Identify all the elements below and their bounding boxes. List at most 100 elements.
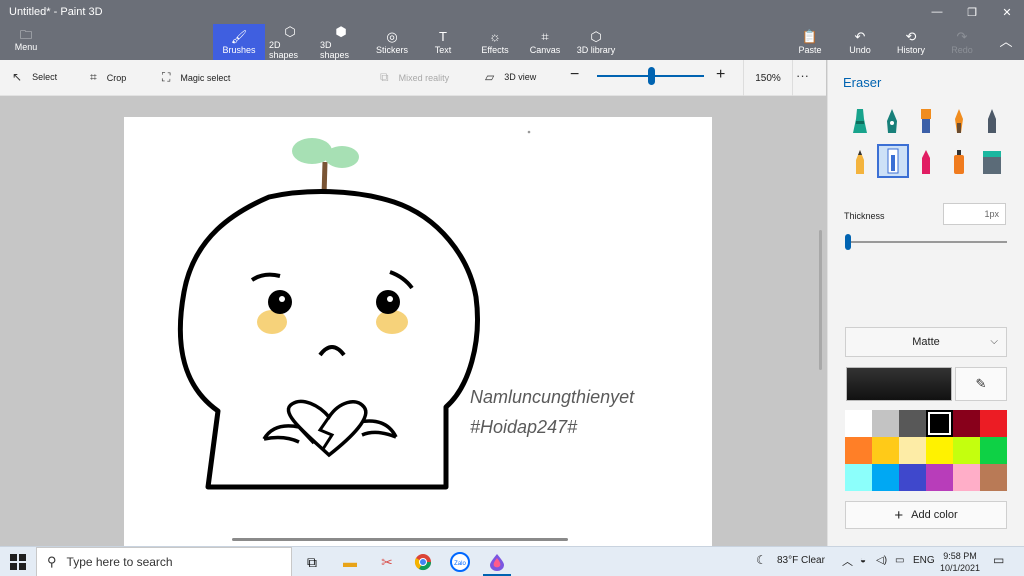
color-swatch[interactable] — [899, 464, 926, 491]
tool-canvas[interactable]: ⌗ Canvas — [528, 24, 562, 60]
drawing-canvas[interactable]: Namluncungthienyet #Hoidap247# — [124, 117, 712, 546]
chrome-icon[interactable] — [411, 551, 435, 573]
tool-2d-shapes[interactable]: ⬡ 2D shapes — [269, 24, 311, 60]
calligraphy-pen-brush[interactable] — [878, 105, 906, 137]
paint-3d-taskbar-icon[interactable] — [485, 551, 509, 573]
plus-icon: + — [716, 66, 726, 83]
weather-text[interactable]: 83°F Clear — [777, 555, 825, 566]
vertical-scrollbar[interactable] — [819, 230, 822, 370]
paste-button[interactable]: 📋 Paste — [796, 24, 824, 60]
fill-brush[interactable] — [978, 146, 1006, 178]
magic-select-button[interactable]: ⛶ Magic select — [162, 70, 230, 85]
notification-icon[interactable]: ▭ — [993, 553, 1004, 567]
zoom-level[interactable]: 150% — [743, 60, 793, 96]
color-swatch[interactable] — [980, 464, 1007, 491]
tool-3d-shapes[interactable]: ⬢ 3D shapes — [320, 24, 362, 60]
thickness-label: Thickness — [844, 211, 885, 221]
signature-line-1: Namluncungthienyet — [470, 387, 635, 407]
eye-right — [376, 290, 400, 314]
crop-button[interactable]: ⌗ Crop — [90, 70, 126, 85]
taskbar-search[interactable]: ⚲ Type here to search — [36, 547, 292, 576]
zoom-out-button[interactable]: − — [570, 66, 579, 84]
spray-can-brush[interactable] — [945, 146, 973, 178]
zoom-in-button[interactable]: + — [716, 66, 725, 84]
oil-brush-icon — [921, 109, 931, 133]
color-swatch[interactable] — [899, 437, 926, 464]
paste-icon: 📋 — [801, 29, 819, 44]
pencil-brush[interactable] — [846, 146, 874, 178]
mixed-reality-button[interactable]: ⧉ Mixed reality — [380, 70, 449, 85]
tool-stickers[interactable]: ◎ Stickers — [374, 24, 410, 60]
color-swatch[interactable] — [899, 410, 926, 437]
language-indicator[interactable]: ENG — [913, 555, 935, 566]
eraser-brush[interactable] — [877, 144, 909, 178]
volume-icon[interactable]: ◁) — [876, 555, 887, 566]
zoom-slider-thumb[interactable] — [648, 67, 655, 85]
network-icon[interactable]: ◒ — [860, 555, 866, 566]
undo-button[interactable]: ↶ Undo — [847, 24, 873, 60]
minus-icon: − — [570, 66, 580, 83]
color-swatch[interactable] — [872, 437, 899, 464]
paint-3d-logo — [490, 554, 504, 571]
eyedropper-button[interactable]: ✎ — [955, 367, 1007, 401]
select-button[interactable]: ↖ Select — [12, 70, 57, 84]
color-swatch[interactable] — [845, 437, 872, 464]
finish-dropdown[interactable]: Matte ⌵ — [845, 327, 1007, 357]
effects-icon: ☼ — [489, 29, 501, 44]
color-swatch[interactable] — [953, 464, 980, 491]
color-swatch[interactable] — [926, 410, 953, 437]
maximize-button[interactable]: ❐ — [957, 4, 987, 20]
color-swatch[interactable] — [926, 464, 953, 491]
brush-icon: 🖌 — [230, 29, 248, 44]
crayon-brush[interactable] — [912, 146, 940, 178]
3d-view-button[interactable]: ▱ 3D view — [485, 70, 536, 84]
thickness-slider-thumb[interactable] — [845, 234, 851, 250]
select-label: Select — [32, 72, 58, 82]
oil-brush[interactable] — [912, 105, 940, 137]
color-swatch[interactable] — [845, 464, 872, 491]
add-color-button[interactable]: + Add color — [845, 501, 1007, 529]
windows-logo-icon — [10, 554, 26, 570]
chevron-up-icon[interactable]: ︿ — [842, 553, 853, 569]
color-swatch[interactable] — [980, 437, 1007, 464]
chevron-up-icon: ︿ — [999, 34, 1013, 49]
file-explorer-icon[interactable]: ▬ — [338, 551, 362, 573]
history-button[interactable]: ⟲ History — [896, 24, 926, 60]
redo-button[interactable]: ↷ Redo — [950, 24, 974, 60]
battery-icon[interactable]: ▭ — [895, 555, 904, 566]
tool-brushes[interactable]: 🖌 Brushes — [213, 24, 265, 60]
watercolor-brush[interactable] — [945, 105, 973, 137]
color-swatch[interactable] — [872, 464, 899, 491]
search-placeholder: Type here to search — [66, 555, 173, 569]
tool-label: 3D library — [576, 45, 616, 55]
color-swatch[interactable] — [953, 437, 980, 464]
color-swatch[interactable] — [872, 410, 899, 437]
color-swatch[interactable] — [953, 410, 980, 437]
thickness-slider-track[interactable] — [847, 241, 1007, 243]
pixel-pen-brush[interactable] — [978, 105, 1006, 137]
collapse-ribbon-button[interactable]: ︿ — [996, 24, 1016, 60]
tool-3d-library[interactable]: ⬡ 3D library — [575, 24, 617, 60]
color-swatch[interactable] — [845, 410, 872, 437]
snip-sketch-icon[interactable]: ✂ — [375, 551, 399, 573]
tool-label: Canvas — [529, 45, 561, 55]
system-clock[interactable]: 9:58 PM 10/1/2021 — [936, 550, 984, 574]
signature-line-2: #Hoidap247# — [470, 417, 578, 437]
more-options-icon[interactable]: ··· — [796, 68, 809, 83]
tool-effects[interactable]: ☼ Effects — [478, 24, 512, 60]
zalo-icon[interactable]: Zalo — [448, 551, 472, 573]
menu-button[interactable]: 🗀 Menu — [8, 28, 44, 52]
crayon-icon — [922, 150, 930, 174]
current-color-swatch[interactable] — [846, 367, 952, 401]
tool-text[interactable]: T Text — [428, 24, 458, 60]
task-view-icon[interactable]: ⧉ — [300, 551, 324, 573]
thickness-input[interactable]: 1px — [943, 203, 1006, 225]
minimize-button[interactable]: — — [922, 4, 952, 20]
start-button[interactable] — [0, 547, 36, 576]
color-swatch[interactable] — [980, 410, 1007, 437]
horizontal-scrollbar[interactable] — [232, 538, 568, 541]
pixel-pen-icon — [988, 109, 996, 133]
color-swatch[interactable] — [926, 437, 953, 464]
close-button[interactable]: ✕ — [992, 4, 1022, 20]
marker-brush[interactable] — [846, 105, 874, 137]
